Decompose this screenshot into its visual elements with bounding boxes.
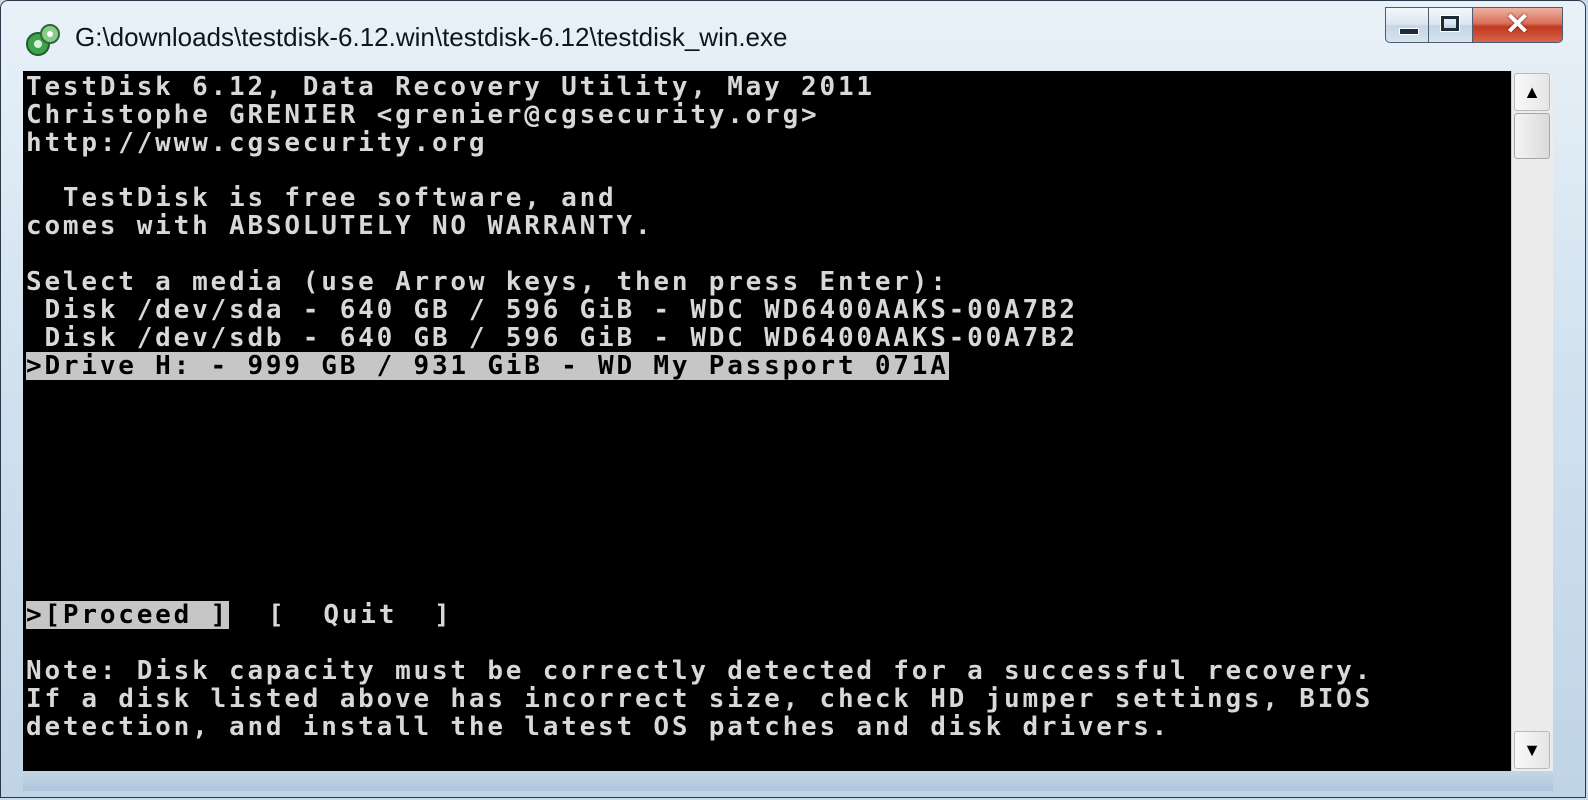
title-bar[interactable]: G:\downloads\testdisk-6.12.win\testdisk-…	[1, 1, 1585, 73]
testdisk-app-icon	[25, 23, 61, 57]
scroll-up-button[interactable]: ▲	[1514, 73, 1550, 111]
note-line: If a disk listed above has incorrect siz…	[26, 684, 1374, 714]
warranty-line: comes with ABSOLUTELY NO WARRANTY.	[26, 211, 654, 241]
minimize-button[interactable]	[1385, 7, 1429, 43]
note-line: Note: Disk capacity must be correctly de…	[26, 656, 1374, 686]
window-title: G:\downloads\testdisk-6.12.win\testdisk-…	[75, 22, 788, 52]
note-line: detection, and install the latest OS pat…	[26, 712, 1171, 742]
header-line: TestDisk 6.12, Data Recovery Utility, Ma…	[26, 72, 875, 102]
console-output[interactable]: TestDisk 6.12, Data Recovery Utility, Ma…	[23, 71, 1511, 771]
window-bottom-frame	[23, 771, 1553, 791]
proceed-button[interactable]: >[Proceed ]	[26, 601, 229, 629]
scroll-up-arrow-icon: ▲	[1523, 82, 1541, 102]
author-line: Christophe GRENIER <grenier@cgsecurity.o…	[26, 100, 820, 130]
quit-button[interactable]: [ Quit ]	[268, 601, 453, 629]
website-line: http://www.cgsecurity.org	[26, 128, 488, 158]
scrollbar-thumb[interactable]	[1514, 113, 1550, 159]
media-item-sdb[interactable]: Disk /dev/sdb - 640 GB / 596 GiB - WDC W…	[26, 324, 1078, 352]
window-controls: ✕	[1385, 7, 1563, 47]
scroll-down-button[interactable]: ▼	[1514, 731, 1550, 769]
minimize-icon	[1399, 28, 1419, 35]
scroll-down-arrow-icon: ▼	[1523, 740, 1541, 760]
maximize-button[interactable]	[1429, 7, 1473, 43]
license-line: TestDisk is free software, and	[26, 183, 617, 213]
maximize-icon	[1440, 15, 1460, 32]
media-item-drive-h[interactable]: >Drive H: - 999 GB / 931 GiB - WD My Pas…	[26, 352, 949, 380]
select-media-prompt: Select a media (use Arrow keys, then pre…	[26, 267, 949, 297]
media-item-sda[interactable]: Disk /dev/sda - 640 GB / 596 GiB - WDC W…	[26, 296, 1078, 324]
console-window: G:\downloads\testdisk-6.12.win\testdisk-…	[0, 0, 1586, 798]
vertical-scrollbar[interactable]: ▲ ▼	[1511, 71, 1553, 771]
close-button[interactable]: ✕	[1473, 7, 1563, 43]
close-icon: ✕	[1504, 8, 1531, 41]
